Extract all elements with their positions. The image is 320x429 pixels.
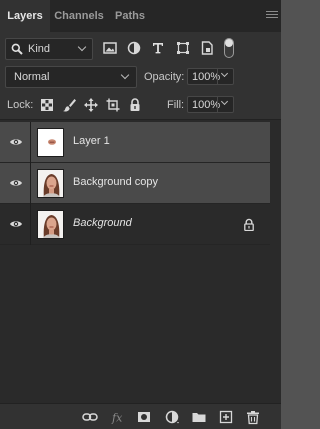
- chevron-down-icon: [220, 97, 229, 106]
- svg-text:fx: fx: [111, 412, 123, 425]
- opacity-dropdown[interactable]: [217, 69, 233, 84]
- panel-tab-bar: Layers Channels Paths: [0, 0, 281, 32]
- search-icon: [11, 43, 23, 55]
- layer-divider: [30, 204, 31, 245]
- layer-thumbnail: [37, 128, 64, 157]
- layers-panel: Layers Channels Paths Kind Normal Opacit…: [0, 0, 281, 429]
- layer-name: Background: [73, 217, 132, 229]
- shape-filter-icon[interactable]: [175, 40, 191, 56]
- layer-name: Background copy: [73, 176, 158, 188]
- layer-row-background[interactable]: Background: [0, 204, 270, 245]
- filter-row: Kind: [0, 32, 281, 66]
- layer-thumbnail: [37, 169, 64, 198]
- chevron-down-icon: [120, 70, 130, 80]
- fx-icon[interactable]: fx: [110, 409, 126, 425]
- fill-label: Fill:: [167, 99, 185, 111]
- lock-row: Lock: Fill: 100%: [0, 92, 281, 118]
- layers-scrollbar[interactable]: [270, 120, 281, 403]
- fill-input[interactable]: 100%: [187, 96, 234, 113]
- fill-dropdown[interactable]: [217, 97, 233, 112]
- adjustment-layer-icon[interactable]: [164, 409, 180, 425]
- lock-all-icon[interactable]: [127, 97, 143, 113]
- layer-thumbnail: [37, 210, 64, 239]
- lock-icon: [244, 218, 254, 231]
- panel-menu-icon[interactable]: [266, 11, 278, 21]
- portrait-thumbnail-image: [38, 170, 63, 197]
- lock-image-pixels-icon[interactable]: [61, 97, 77, 113]
- eye-visibility-icon[interactable]: [9, 136, 23, 148]
- type-filter-icon[interactable]: [150, 40, 166, 56]
- layer-mask-icon[interactable]: [136, 409, 152, 425]
- pixel-filter-icon[interactable]: [102, 40, 118, 56]
- layer-row-background-copy[interactable]: Background copy: [0, 163, 270, 204]
- smart-object-filter-icon[interactable]: [199, 40, 215, 56]
- chevron-down-icon: [77, 42, 87, 52]
- blend-mode-select[interactable]: Normal: [5, 66, 137, 88]
- opacity-value: 100%: [192, 71, 221, 83]
- tab-layers[interactable]: Layers: [0, 0, 50, 32]
- eye-visibility-icon[interactable]: [9, 218, 23, 230]
- eye-visibility-icon[interactable]: [9, 177, 23, 189]
- layer-row-layer-1[interactable]: Layer 1: [0, 122, 270, 163]
- blend-mode-value: Normal: [14, 71, 50, 83]
- lock-label: Lock:: [7, 99, 34, 111]
- link-layers-icon[interactable]: [82, 409, 98, 425]
- opacity-label: Opacity:: [144, 71, 185, 83]
- layer-divider: [30, 163, 31, 204]
- tab-paths[interactable]: Paths: [108, 0, 152, 32]
- portrait-thumbnail-image: [38, 211, 63, 238]
- tab-channels[interactable]: Channels: [50, 0, 108, 32]
- filter-toggle-switch[interactable]: [224, 38, 234, 58]
- adjustment-filter-icon[interactable]: [126, 40, 142, 56]
- chevron-down-icon: [220, 69, 229, 78]
- layers-list: Layer 1 Background copy Background: [0, 119, 281, 403]
- filter-kind-label: Kind: [28, 43, 51, 55]
- trash-icon[interactable]: [245, 409, 261, 425]
- face-cutout-icon: [48, 139, 56, 145]
- layers-footer-toolbar: fx: [0, 403, 281, 429]
- new-group-icon[interactable]: [191, 409, 207, 425]
- filter-kind-select[interactable]: Kind: [5, 38, 93, 60]
- layer-name: Layer 1: [73, 135, 110, 147]
- blend-row: Normal Opacity: 100%: [0, 66, 281, 92]
- layer-divider: [30, 122, 31, 163]
- opacity-input[interactable]: 100%: [187, 68, 234, 85]
- prevent-autonest-icon[interactable]: [105, 97, 121, 113]
- lock-position-icon[interactable]: [83, 97, 99, 113]
- lock-transparent-pixels-icon[interactable]: [39, 97, 55, 113]
- fill-value: 100%: [192, 99, 221, 111]
- new-layer-icon[interactable]: [218, 409, 234, 425]
